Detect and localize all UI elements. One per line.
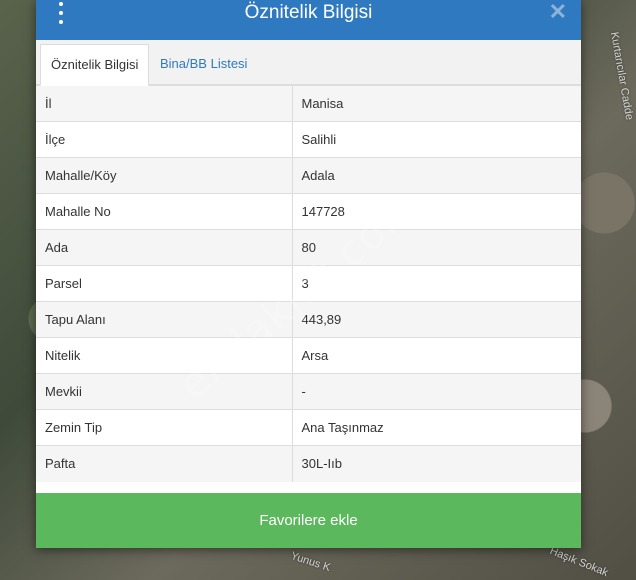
attribute-key: Mevkii — [36, 373, 293, 410]
close-icon[interactable]: ✕ — [549, 0, 567, 24]
attribute-value: 30L-Iıb — [292, 445, 581, 482]
attribute-key: İlçe — [36, 121, 293, 158]
attribute-value: - — [292, 373, 581, 410]
attribute-value: 80 — [292, 229, 581, 266]
attribute-table: İl Manisa İlçe Salihli Mahalle/Köy Adala Mahal… — [36, 85, 581, 482]
attribute-value: Adala — [292, 157, 581, 194]
attribute-value: 3 — [292, 265, 581, 302]
table-row: İl Manisa — [36, 85, 581, 122]
attribute-key: Mahalle No — [36, 193, 293, 230]
dialog-titlebar: Öznitelik Bilgisi ✕ — [36, 0, 581, 40]
attribute-value: Salihli — [292, 121, 581, 158]
attribute-key: Zemin Tip — [36, 409, 293, 446]
attribute-key: Mahalle/Köy — [36, 157, 293, 194]
attribute-key: Nitelik — [36, 337, 293, 374]
attribute-key: Ada — [36, 229, 293, 266]
table-row: Zemin Tip Ana Taşınmaz — [36, 409, 581, 446]
attribute-key: Tapu Alanı — [36, 301, 293, 338]
attribute-value: 443,89 — [292, 301, 581, 338]
table-row: Mevkii - — [36, 373, 581, 410]
table-row: İlçe Salihli — [36, 121, 581, 158]
table-row: Nitelik Arsa — [36, 337, 581, 374]
attribute-key: Pafta — [36, 445, 293, 482]
table-row: Parsel 3 — [36, 265, 581, 302]
tab-building-list[interactable]: Bina/BB Listesi — [150, 44, 257, 84]
attribute-value: Arsa — [292, 337, 581, 374]
attribute-value: Manisa — [292, 85, 581, 122]
attribute-key: Parsel — [36, 265, 293, 302]
attribute-info-dialog: Öznitelik Bilgisi ✕ Öznitelik Bilgisi Bi… — [36, 0, 581, 548]
tab-attribute-info[interactable]: Öznitelik Bilgisi — [40, 44, 150, 86]
attribute-value: 147728 — [292, 193, 581, 230]
attribute-key: İl — [36, 85, 293, 122]
tab-bar: Öznitelik Bilgisi Bina/BB Listesi — [36, 40, 581, 86]
add-to-favorites-button[interactable]: Favorilere ekle — [36, 493, 581, 548]
dialog-title: Öznitelik Bilgisi — [244, 2, 373, 23]
table-row: Pafta 30L-Iıb — [36, 445, 581, 482]
table-row: Ada 80 — [36, 229, 581, 266]
attribute-value: Ana Taşınmaz — [292, 409, 581, 446]
table-row: Tapu Alanı 443,89 — [36, 301, 581, 338]
table-row: Mahalle/Köy Adala — [36, 157, 581, 194]
table-row: Mahalle No 147728 — [36, 193, 581, 230]
